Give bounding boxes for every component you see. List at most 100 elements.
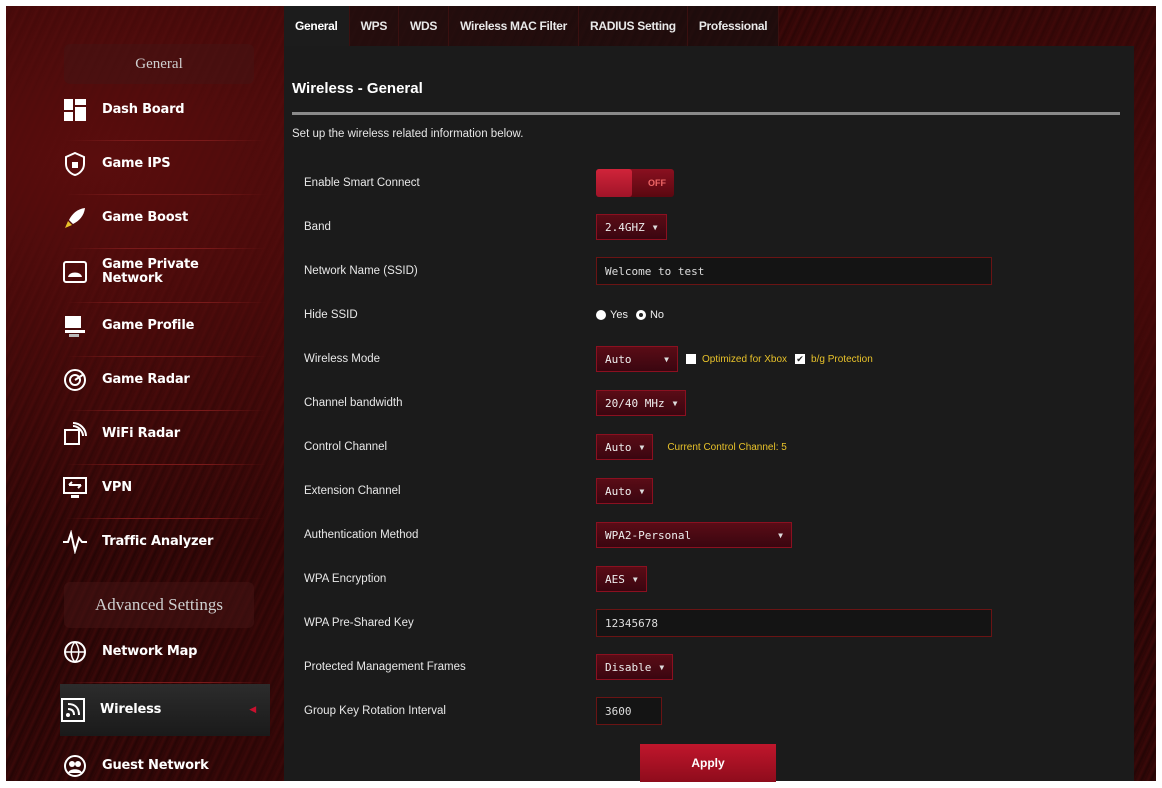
field-label: Protected Management Frames (304, 661, 466, 673)
radar-icon (62, 367, 88, 393)
divider (66, 410, 266, 411)
row-auth-method: Authentication Method WPA2-Personal ▼ (304, 520, 1114, 550)
chevron-down-icon: ▼ (639, 442, 645, 452)
channel-bandwidth-select[interactable]: 20/40 MHz ▼ (596, 390, 687, 416)
row-ssid: Network Name (SSID) Welcome to test (304, 256, 1114, 286)
row-wpa-key: WPA Pre-Shared Key 12345678 (304, 608, 1114, 638)
wireless-icon (60, 697, 86, 723)
sidebar-item-label: Game Radar (102, 372, 190, 387)
wifi-radar-icon (62, 421, 88, 447)
pmf-select[interactable]: Disable ▼ (596, 654, 674, 680)
tab-wireless-mac-filter[interactable]: Wireless MAC Filter (449, 6, 580, 46)
row-group-key-interval: Group Key Rotation Interval 3600 (304, 696, 1114, 726)
field-label: Channel bandwidth (304, 397, 403, 409)
smart-connect-toggle[interactable]: OFF (596, 169, 674, 197)
private-network-icon (62, 259, 88, 285)
select-value: WPA2-Personal (605, 528, 692, 542)
field-label: Authentication Method (304, 529, 419, 541)
extension-channel-select[interactable]: Auto ▼ (596, 478, 654, 504)
field-label: Hide SSID (304, 309, 358, 321)
row-extension-channel: Extension Channel Auto ▼ (304, 476, 1114, 506)
title-divider (292, 112, 1120, 115)
profile-icon (62, 313, 88, 339)
sidebar-item-game-boost[interactable]: Game Boost (62, 196, 268, 240)
sidebar-item-label: Wireless (100, 702, 162, 717)
field-label: Enable Smart Connect (304, 177, 420, 189)
sidebar-item-game-radar[interactable]: Game Radar (62, 358, 268, 402)
select-value: Auto (605, 484, 632, 498)
dashboard-icon (62, 97, 88, 123)
sidebar-item-traffic-analyzer[interactable]: Traffic Analyzer (62, 520, 268, 564)
sidebar-item-game-ips[interactable]: Game IPS (62, 142, 268, 186)
sidebar-item-wifi-radar[interactable]: WiFi Radar (62, 412, 268, 456)
select-value: Auto (605, 440, 632, 454)
guest-network-icon (62, 753, 88, 779)
field-label: Group Key Rotation Interval (304, 705, 446, 717)
sidebar-item-label: Game IPS (102, 156, 171, 171)
sidebar-item-label: VPN (102, 480, 132, 495)
apply-button[interactable]: Apply (640, 744, 776, 782)
radio-dot (596, 310, 606, 320)
toggle-state: OFF (648, 178, 666, 188)
active-indicator-icon: ◀ (249, 705, 256, 715)
tab-wds[interactable]: WDS (399, 6, 450, 46)
wpa-key-input[interactable]: 12345678 (596, 609, 992, 637)
network-map-icon (62, 639, 88, 665)
sidebar: General Dash Board Game IPS Game Boost G… (6, 6, 270, 781)
tab-professional[interactable]: Professional (687, 6, 780, 46)
chevron-down-icon: ▼ (778, 530, 783, 540)
sidebar-item-label: Game Private Network (102, 257, 199, 286)
row-hide-ssid: Hide SSID Yes No (304, 300, 1114, 330)
tab-general[interactable]: General (284, 6, 350, 46)
sidebar-item-label: Dash Board (102, 102, 185, 117)
field-label: WPA Pre-Shared Key (304, 617, 414, 629)
sidebar-item-game-profile[interactable]: Game Profile (62, 304, 268, 348)
sidebar-item-vpn[interactable]: VPN (62, 466, 268, 510)
hide-ssid-no-radio[interactable]: No (635, 309, 664, 321)
toggle-knob (596, 169, 632, 197)
rocket-icon (62, 205, 88, 231)
auth-method-select[interactable]: WPA2-Personal ▼ (596, 522, 792, 548)
tab-radius-setting[interactable]: RADIUS Setting (579, 6, 688, 46)
divider (66, 518, 266, 519)
tab-wps[interactable]: WPS (349, 6, 400, 46)
sidebar-item-label: Network Map (102, 644, 198, 659)
shield-icon (62, 151, 88, 177)
field-label: WPA Encryption (304, 573, 387, 585)
field-label: Network Name (SSID) (304, 265, 418, 277)
divider (66, 194, 266, 195)
sidebar-item-label: WiFi Radar (102, 426, 180, 441)
sidebar-item-wireless[interactable]: Wireless ◀ (60, 684, 270, 736)
sidebar-item-label: Traffic Analyzer (102, 534, 214, 549)
bg-protection-label: b/g Protection (811, 353, 873, 365)
row-channel-bandwidth: Channel bandwidth 20/40 MHz ▼ (304, 388, 1114, 418)
page-description: Set up the wireless related information … (292, 128, 524, 140)
select-value: Auto (605, 352, 632, 366)
sidebar-advanced-header: Advanced Settings (64, 582, 254, 628)
wpa-encryption-select[interactable]: AES ▼ (596, 566, 647, 592)
divider (66, 682, 266, 683)
row-band: Band 2.4GHZ ▼ (304, 212, 1114, 242)
band-select[interactable]: 2.4GHZ ▼ (596, 214, 667, 240)
field-label: Extension Channel (304, 485, 401, 497)
divider (66, 356, 266, 357)
select-value: AES (605, 572, 625, 586)
page-title: Wireless - General (292, 80, 423, 97)
current-channel-note: Current Control Channel: 5 (667, 441, 787, 453)
xbox-checkbox[interactable] (686, 354, 696, 364)
sidebar-item-guest-network[interactable]: Guest Network (62, 744, 268, 788)
hide-ssid-yes-radio[interactable]: Yes (596, 309, 628, 321)
control-channel-select[interactable]: Auto ▼ (596, 434, 654, 460)
ssid-input[interactable]: Welcome to test (596, 257, 992, 285)
field-label: Band (304, 221, 331, 233)
group-key-interval-input[interactable]: 3600 (596, 697, 662, 725)
sidebar-item-network-map[interactable]: Network Map (62, 630, 268, 674)
divider (66, 140, 266, 141)
sidebar-item-game-private-network[interactable]: Game Private Network (62, 250, 268, 294)
sidebar-item-label: Game Profile (102, 318, 195, 333)
sidebar-item-dash-board[interactable]: Dash Board (62, 88, 268, 132)
row-wpa-encryption: WPA Encryption AES ▼ (304, 564, 1114, 594)
wireless-mode-select[interactable]: Auto ▼ (596, 346, 678, 372)
row-control-channel: Control Channel Auto ▼ Current Control Ch… (304, 432, 1114, 462)
bg-protection-checkbox[interactable]: ✔ (795, 354, 806, 364)
